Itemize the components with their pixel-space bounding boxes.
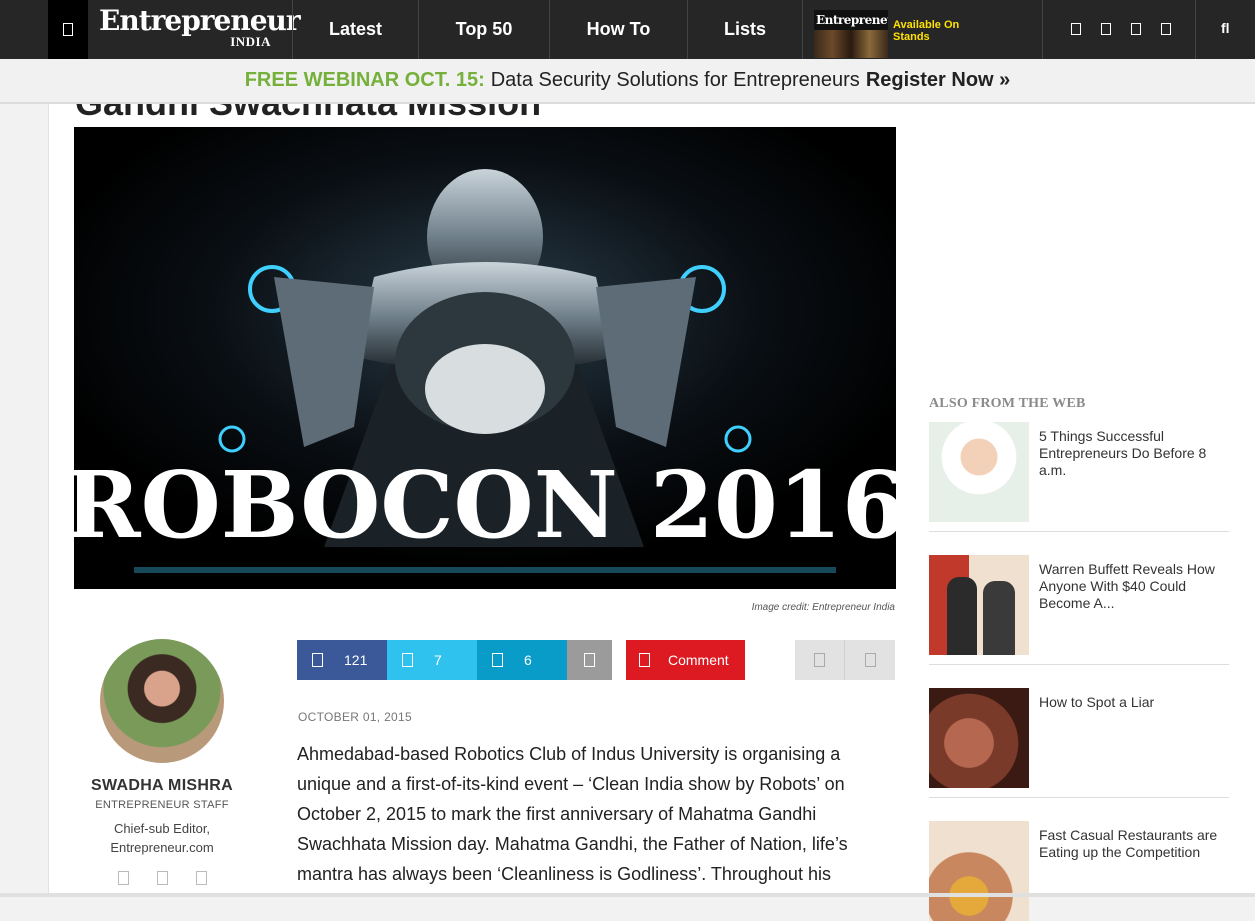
divider: [929, 797, 1229, 798]
webinar-banner[interactable]: FREE WEBINAR OCT. 15: Data Security Solu…: [0, 59, 1255, 104]
sidebar: ALSO FROM THE WEB 5 Things Successful En…: [918, 104, 1255, 921]
article-body: Ahmedabad-based Robotics Club of Indus U…: [297, 744, 848, 884]
nav-item-top-50[interactable]: Top 50: [419, 0, 549, 59]
magazine-title: Entrepreneur: [816, 13, 888, 27]
sidebar-story[interactable]: Warren Buffett Reveals How Anyone With $…: [929, 555, 1229, 655]
bookmark-icon: [864, 653, 876, 667]
twitter-icon[interactable]: [117, 871, 129, 885]
twitter-share-button[interactable]: 7: [387, 640, 477, 680]
googleplus-icon[interactable]: [1161, 23, 1171, 35]
nav-item-latest[interactable]: Latest: [293, 0, 418, 59]
author-role: Chief-sub Editor, Entrepreneur.com: [49, 819, 275, 857]
image-credit: Image credit: Entrepreneur India: [751, 602, 895, 613]
magazine-cover[interactable]: Entrepreneur: [814, 10, 888, 58]
nav-divider: [802, 0, 803, 59]
author-avatar[interactable]: [100, 639, 224, 763]
article-main: Gandhi Swachhata Mission: [48, 104, 918, 897]
divider: [929, 531, 1229, 532]
sidebar-story[interactable]: 5 Things Successful Entrepreneurs Do Bef…: [929, 422, 1229, 522]
facebook-icon: [312, 653, 323, 667]
article-title: Gandhi Swachhata Mission: [75, 104, 541, 124]
linkedin-share-button[interactable]: 6: [477, 640, 567, 680]
story-thumbnail[interactable]: [929, 422, 1029, 522]
comment-label: Comment: [668, 652, 729, 668]
register-now-link[interactable]: Register Now »: [866, 69, 1010, 92]
hero-title: ROBOCON 2016: [74, 451, 896, 559]
twitter-share-count: 7: [434, 652, 442, 668]
twitter-icon[interactable]: [1101, 23, 1111, 35]
email-share-button[interactable]: [567, 640, 612, 680]
menu-button[interactable]: [48, 0, 88, 59]
facebook-share-count: 121: [344, 652, 368, 668]
nav-item-lists[interactable]: Lists: [688, 0, 802, 59]
banner-highlight: FREE WEBINAR OCT. 15:: [244, 69, 485, 91]
nav-divider: [1042, 0, 1043, 59]
story-title[interactable]: Warren Buffett Reveals How Anyone With $…: [1039, 561, 1224, 612]
email-icon[interactable]: [195, 871, 207, 885]
story-thumbnail[interactable]: [929, 688, 1029, 788]
twitter-icon: [402, 653, 413, 667]
search-icon[interactable]: fl: [1221, 20, 1230, 36]
nav-item-how-to[interactable]: How To: [550, 0, 687, 59]
story-thumbnail[interactable]: [929, 821, 1029, 921]
save-button[interactable]: [845, 640, 895, 680]
also-from-web-heading: ALSO FROM THE WEB: [929, 396, 1086, 411]
social-links: [1071, 23, 1171, 35]
facebook-icon[interactable]: [1071, 23, 1081, 35]
linkedin-icon: [492, 653, 503, 667]
author-block: SWADHA MISHRA ENTREPRENEUR STAFF Chief-s…: [49, 639, 275, 885]
nav-divider: [1195, 0, 1196, 59]
sidebar-story[interactable]: Fast Casual Restaurants are Eating up th…: [929, 821, 1229, 921]
logo-wordmark: Entrepreneur: [99, 4, 301, 37]
available-on-stands[interactable]: Available On Stands: [893, 19, 959, 43]
author-name[interactable]: SWADHA MISHRA: [49, 777, 275, 795]
linkedin-icon[interactable]: [1131, 23, 1141, 35]
story-title[interactable]: 5 Things Successful Entrepreneurs Do Bef…: [1039, 428, 1224, 479]
author-social: [49, 871, 275, 885]
top-navbar: Entrepreneur INDIA Latest Top 50 How To …: [0, 0, 1255, 59]
email-icon: [584, 653, 595, 667]
available-line-1: Available On: [893, 19, 960, 31]
linkedin-share-count: 6: [524, 652, 532, 668]
print-button[interactable]: [795, 640, 845, 680]
author-role-line-1: Chief-sub Editor,: [113, 821, 211, 836]
banner-text: Data Security Solutions for Entrepreneur…: [490, 69, 860, 91]
article-date: OCTOBER 01, 2015: [298, 710, 412, 724]
story-title[interactable]: Fast Casual Restaurants are Eating up th…: [1039, 827, 1224, 861]
magazine-cover-image: [814, 30, 888, 58]
available-line-2: Stands: [893, 31, 930, 43]
menu-icon: [63, 23, 73, 36]
comment-button[interactable]: Comment: [626, 640, 745, 680]
comment-icon: [639, 653, 650, 667]
robot-illustration: ROBOCON 2016: [74, 127, 896, 589]
story-title[interactable]: How to Spot a Liar: [1039, 694, 1224, 711]
divider: [929, 664, 1229, 665]
print-icon: [814, 653, 825, 667]
author-role-line-2: Entrepreneur.com: [110, 840, 214, 855]
sidebar-story[interactable]: How to Spot a Liar: [929, 688, 1229, 788]
horizontal-scrollbar[interactable]: [0, 893, 1255, 897]
story-thumbnail[interactable]: [929, 555, 1029, 655]
author-staff: ENTREPRENEUR STAFF: [95, 799, 229, 811]
facebook-share-button[interactable]: 121: [297, 640, 387, 680]
linkedin-icon[interactable]: [156, 871, 168, 885]
hero-image: ROBOCON 2016: [74, 127, 896, 589]
logo-edition: INDIA: [230, 34, 271, 49]
site-logo[interactable]: Entrepreneur INDIA: [99, 4, 301, 52]
